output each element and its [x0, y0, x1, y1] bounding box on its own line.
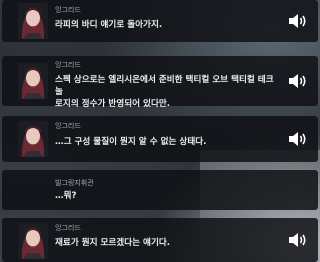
speaker-name: 잉그리드: [55, 122, 81, 130]
dialogue-text: 재료가 뭔지 모르겠다는 얘기다.: [55, 238, 171, 248]
dialogue-text: …뭐?: [55, 191, 77, 201]
dialogue-row: 잉그리드 …그 구성 물질이 뭔지 알 수 없는 상태다.: [2, 116, 318, 162]
speaker-name: 빌그링지휘관: [55, 179, 94, 187]
dialogue-row: 잉그리드 재료가 뭔지 모르겠다는 얘기다.: [2, 218, 318, 262]
speaker-volume-icon[interactable]: [288, 131, 308, 147]
speaker-volume-icon[interactable]: [288, 13, 308, 29]
dialogue-row: 잉그리드 라피의 바디 얘기로 돌아가지.: [2, 0, 318, 42]
speaker-portrait: [18, 223, 48, 259]
speaker-volume-icon[interactable]: [288, 232, 308, 248]
speaker-name: 잉그리드: [55, 6, 81, 14]
dialogue-row: 빌그링지휘관 …뭐?: [2, 170, 318, 210]
dialogue-text: 스펙 상으로는 엘리시온에서 준비한 택티컬 오브 택티컬 테크놀 로지의 정수…: [55, 75, 274, 109]
speaker-portrait: [18, 121, 48, 157]
speaker-volume-icon[interactable]: [288, 73, 308, 89]
dialogue-text: 라피의 바디 얘기로 돌아가지.: [55, 20, 163, 30]
speaker-name: 잉그리드: [55, 61, 81, 69]
speaker-portrait: [18, 63, 48, 99]
dialogue-row: 잉그리드 스펙 상으로는 엘리시온에서 준비한 택티컬 오브 택티컬 테크놀 로…: [2, 56, 318, 109]
dialogue-text: …그 구성 물질이 뭔지 알 수 없는 상태다.: [55, 137, 207, 147]
speaker-name: 잉그리드: [55, 224, 81, 232]
speaker-portrait: [18, 3, 48, 39]
